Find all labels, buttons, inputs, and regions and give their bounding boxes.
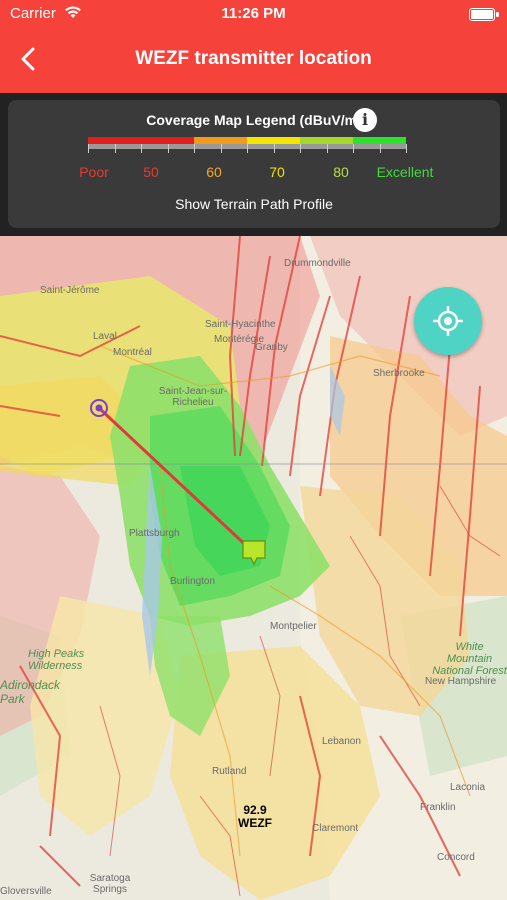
scale-segment: [300, 137, 353, 144]
scale-label: 80: [333, 164, 349, 180]
map-label: Lebanon: [322, 736, 361, 747]
scale-tick: [194, 144, 195, 153]
map-label: Claremont: [312, 823, 359, 834]
scale-label: 60: [206, 164, 222, 180]
scale-label: Poor: [79, 164, 109, 180]
scale-label: Excellent: [376, 164, 434, 180]
scale-label: 70: [269, 164, 285, 180]
scale-tick: [300, 144, 301, 153]
station-label: 92.9 WEZF: [220, 804, 290, 830]
map-label: Franklin: [420, 802, 456, 813]
station-call-sign: WEZF: [238, 816, 272, 830]
map-label: Laconia: [450, 782, 486, 793]
scale-label: 50: [143, 164, 159, 180]
legend-panel: Coverage Map Legend (dBuV/m) i Poor 50 60 7…: [0, 93, 507, 236]
map-label: Saint-Hyacinthe: [205, 319, 276, 330]
scale-segment: [88, 137, 141, 144]
map-label: Adirondack Park: [0, 678, 61, 706]
scale-tick: [379, 144, 381, 153]
scale-segment: [141, 137, 194, 144]
map-label: Rutland: [212, 766, 247, 777]
scale-labels: Poor 50 60 70 80 Excellent: [8, 164, 500, 184]
clock: 11:26 PM: [221, 5, 286, 22]
scale-tick: [326, 144, 328, 153]
map-label: New Hampshire: [425, 676, 497, 687]
map-label: Burlington: [170, 576, 216, 587]
scale-segment: [194, 137, 247, 144]
map-label: Sherbrooke: [373, 368, 425, 379]
map-label: Saint-Jérôme: [40, 285, 100, 296]
coverage-legend: Coverage Map Legend (dBuV/m) i Poor 50 60 7…: [8, 100, 500, 228]
scale-tick: [167, 144, 169, 153]
scale-segment: [353, 137, 406, 144]
map-label: Drummondville: [284, 258, 351, 269]
map-label: Saint-Jean-sur-Richelieu: [158, 386, 228, 408]
map-label: Saratoga Springs: [89, 873, 131, 895]
map-label: Gloversville: [0, 886, 52, 897]
info-icon[interactable]: i: [353, 108, 377, 132]
map-label: Plattsburgh: [129, 528, 180, 539]
crosshair-icon: [433, 306, 463, 336]
map-label: Montréal: [113, 347, 152, 358]
page-title: WEZF transmitter location: [135, 48, 372, 69]
scale-segment: [247, 137, 300, 144]
map-label: Laval: [93, 331, 117, 342]
scale-tick: [353, 144, 354, 153]
map-label: High Peaks Wilderness: [28, 648, 85, 672]
battery-icon: [469, 8, 499, 21]
scale-tick: [406, 144, 407, 153]
signal-scale: [88, 137, 407, 153]
map-label: Concord: [437, 852, 475, 863]
scale-tick: [88, 144, 89, 153]
locate-button[interactable]: [414, 287, 482, 355]
scale-tick: [141, 144, 142, 153]
scale-tick: [114, 144, 116, 153]
scale-tick: [220, 144, 222, 153]
map-label: Granby: [255, 342, 288, 353]
scale-tick: [247, 144, 248, 153]
scale-tick: [273, 144, 275, 153]
status-bar: Carrier 11:26 PM: [0, 0, 507, 28]
terrain-profile-button[interactable]: Show Terrain Path Profile: [8, 196, 500, 212]
navigation-bar: WEZF transmitter location: [0, 28, 507, 93]
map-label: White Mountain National Forest: [432, 641, 507, 677]
scale-color-bar: [88, 137, 406, 144]
map-label: Montpelier: [270, 621, 317, 632]
legend-title: Coverage Map Legend (dBuV/m): [146, 112, 362, 128]
